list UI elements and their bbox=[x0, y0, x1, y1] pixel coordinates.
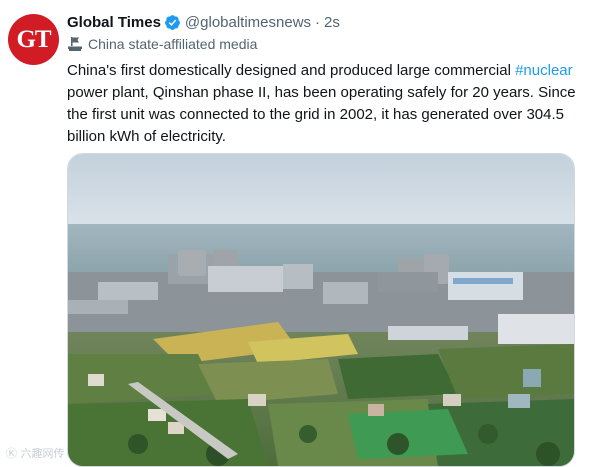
nuclear-plant-aerial-photo bbox=[68, 154, 574, 466]
tweet-photo[interactable] bbox=[67, 153, 575, 467]
separator-dot: · bbox=[315, 13, 321, 31]
affiliation-text: China state-affiliated media bbox=[88, 36, 258, 52]
tweet-text-part-2: power plant, Qinshan phase II, has been … bbox=[67, 84, 576, 145]
author-name[interactable]: Global Times bbox=[67, 14, 161, 31]
affiliation-label[interactable]: China state-affiliated media bbox=[67, 36, 257, 52]
tweet-text-part-1: China's first domestically designed and … bbox=[67, 62, 516, 79]
tweet-text: China's first domestically designed and … bbox=[67, 60, 582, 148]
tweet-header: Global Times @globaltimesnews · 2s bbox=[67, 12, 340, 32]
hashtag-link[interactable]: #nuclear bbox=[515, 62, 573, 79]
state-media-flag-icon bbox=[68, 37, 82, 51]
verified-badge-icon bbox=[164, 14, 180, 30]
author-handle[interactable]: @globaltimesnews bbox=[185, 14, 311, 31]
avatar[interactable]: GT bbox=[8, 14, 59, 65]
image-watermark: Ⓚ 六趣网传 bbox=[6, 447, 65, 460]
tweet-timestamp[interactable]: 2s bbox=[324, 14, 340, 31]
